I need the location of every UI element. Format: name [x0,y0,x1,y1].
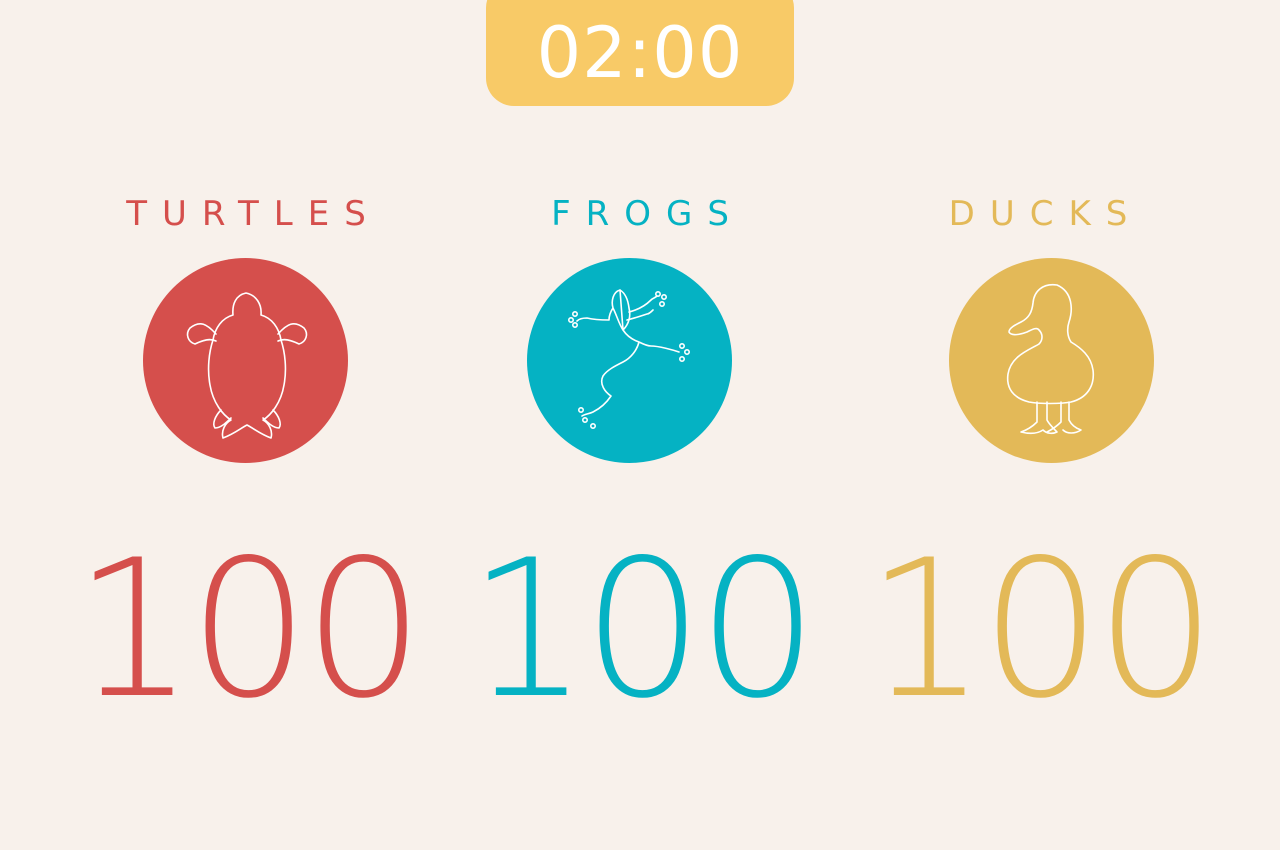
team-ducks: DUCKS 100 [828,0,1248,850]
team-turtles: TURTLES 100 [36,0,456,850]
turtle-icon [186,292,308,439]
team-badge[interactable] [527,258,732,463]
team-name: FROGS [551,194,744,234]
team-score: 100 [865,519,1217,740]
duck-icon [1006,283,1095,435]
team-name: TURTLES [126,194,381,234]
frog-icon [567,289,691,430]
team-badge[interactable] [143,258,348,463]
team-score: 100 [73,519,425,740]
team-score: 100 [467,519,819,740]
team-name: DUCKS [948,194,1143,234]
team-badge[interactable] [949,258,1154,463]
team-frogs: FROGS 100 [430,0,850,850]
